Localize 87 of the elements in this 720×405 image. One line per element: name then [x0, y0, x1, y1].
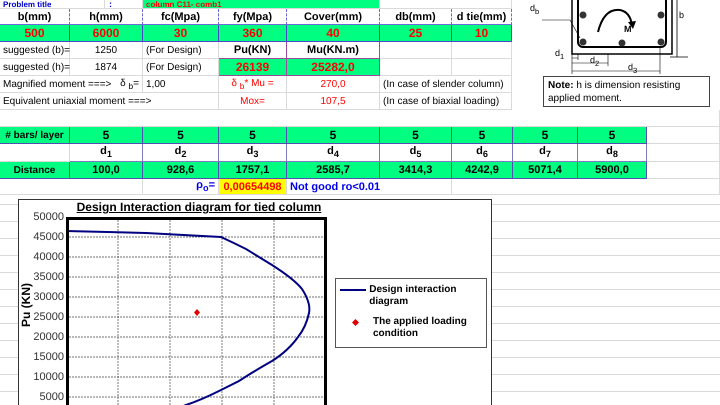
axis-tick-label: 10000	[33, 371, 64, 383]
title-label: Problem title	[0, 0, 105, 9]
distance-name: d$_{2}$	[143, 144, 219, 162]
remark: (In case of biaxial loading)	[380, 93, 512, 110]
distance-name: d$_{6}$	[452, 144, 513, 162]
axis-tick-label: 50000	[33, 211, 64, 223]
distance-name: d$_{4}$	[287, 144, 380, 162]
column-header: db(mm)	[380, 9, 452, 25]
input-value: 360	[219, 25, 287, 42]
diamond-marker-icon	[352, 318, 358, 326]
load-header: Pu(KN)	[219, 42, 287, 59]
column-header: fc(Mpa)	[143, 9, 219, 25]
dimension-label: b	[679, 10, 684, 20]
column-header: Cover(mm)	[287, 9, 380, 25]
legend-label: The applied loading condition	[373, 316, 468, 340]
distance-value: 2585,7	[287, 162, 380, 179]
bars-count: 5	[513, 127, 578, 144]
distance-value: 5900,0	[578, 162, 647, 179]
dimension-label: d$_{2}$	[590, 55, 600, 69]
bars-count: 5	[452, 127, 513, 144]
distance-value: 5071,4	[513, 162, 578, 179]
distance-value: 4242,9	[452, 162, 513, 179]
distance-name: d$_{5}$	[380, 144, 452, 162]
row-label: # bars/ layer	[0, 127, 70, 144]
dimension-label: d$_{3}$	[628, 62, 638, 76]
input-value: 25	[380, 25, 452, 42]
result-value: 270,0	[287, 76, 380, 93]
axis-tick-label: 25000	[33, 311, 64, 323]
ratio-value: 0,00654498	[219, 179, 287, 195]
result-value: 107,5	[287, 93, 380, 110]
suggested-value: 1874	[70, 59, 143, 76]
input-value: 30	[143, 25, 219, 42]
axis-tick-label: 5000	[40, 391, 64, 403]
remark: (In case of slender column)	[380, 76, 512, 93]
input-value: 6000	[70, 25, 143, 42]
row-label: Magnified moment ===>	[3, 78, 112, 90]
axis-title: Pu (KN)	[19, 283, 33, 327]
bars-count: 5	[70, 127, 143, 144]
bars-count: 5	[143, 127, 219, 144]
load-header: Mu(KN.m)	[287, 42, 380, 59]
axis-tick-label: 35000	[33, 271, 64, 283]
dimension-label: d$_{b}$	[530, 3, 540, 17]
ratio-label: ρ$_{o}$=	[143, 179, 219, 195]
result-label: Mox=	[219, 93, 287, 110]
row-label: Equivalent uniaxial moment ===>	[0, 93, 219, 110]
row-label: suggested (b)=	[0, 42, 70, 59]
distance-name: d$_{3}$	[219, 144, 287, 162]
axis-tick-label: 40000	[33, 251, 64, 263]
result-label: δ $_{b}$* Mu =	[219, 76, 287, 93]
ratio-status: Not good ro<0.01	[287, 179, 452, 195]
load-value: 25282,0	[287, 59, 380, 76]
factor-value: 1,00	[143, 76, 219, 93]
column-header: d tie(mm)	[452, 9, 512, 25]
design-note: (For Design)	[143, 42, 219, 59]
bars-count: 5	[578, 127, 647, 144]
column-header: fy(Mpa)	[219, 9, 287, 25]
column-header: b(mm)	[0, 9, 70, 25]
dimension-label: d$_{1}$	[555, 48, 564, 62]
column-header: h(mm)	[70, 9, 143, 25]
bars-count: 5	[287, 127, 380, 144]
distance-value: 928,6	[143, 162, 219, 179]
distance-name: d$_{7}$	[513, 144, 578, 162]
axis-tick-label: 30000	[33, 291, 64, 303]
factor-label: δ $_{b}$=	[120, 78, 139, 90]
suggested-value: 1250	[70, 42, 143, 59]
input-value: 10	[452, 25, 512, 42]
dimension-label: M	[624, 24, 632, 34]
load-value: 26139	[219, 59, 287, 76]
legend-label: Design interaction diagram	[369, 284, 458, 308]
distance-name: d$_{8}$	[578, 144, 647, 162]
axis-tick-label: 15000	[33, 351, 64, 363]
row-label: suggested (h)=	[0, 59, 70, 76]
distance-value: 1757,1	[219, 162, 287, 179]
axis-tick-label: 45000	[33, 231, 64, 243]
row-label: Distance	[0, 162, 70, 179]
bars-count: 5	[219, 127, 287, 144]
chart-title: Design Interaction diagram for tied column	[76, 200, 322, 215]
design-note: (For Design)	[143, 59, 219, 76]
distance-value: 3414,3	[380, 162, 452, 179]
bars-count: 5	[380, 127, 452, 144]
axis-tick-label: 20000	[33, 331, 64, 343]
note-text: Note: h is dimension resisting applied moment.	[543, 76, 710, 107]
title-separator: :	[108, 0, 113, 9]
input-value: 500	[0, 25, 70, 42]
input-value: 40	[287, 25, 380, 42]
distance-name: d$_{1}$	[70, 144, 143, 162]
distance-value: 100,0	[70, 162, 143, 179]
